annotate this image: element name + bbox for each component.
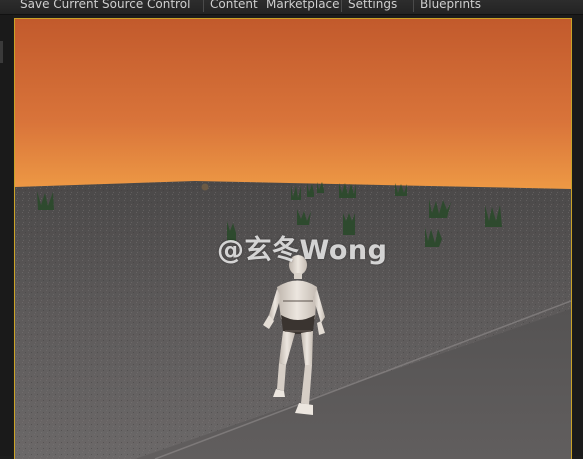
rock [201,183,209,191]
settings-button[interactable]: Settings [348,0,397,13]
source-control-button[interactable]: Source Control [102,0,190,13]
editor-toolbar: Save Current Source Control Content Mark… [0,0,583,15]
blueprints-button[interactable]: Blueprints [420,0,481,13]
marketplace-button[interactable]: Marketplace [266,0,340,13]
content-button[interactable]: Content [210,0,258,13]
right-panel [573,15,583,456]
watermark-text: @玄冬Wong [217,235,388,266]
panel-tab[interactable] [0,41,3,63]
toolbar-separator [203,0,204,12]
left-panel [0,15,13,456]
toolbar-separator [341,0,342,12]
toolbar-separator [413,0,414,12]
save-current-button[interactable]: Save Current [20,0,98,13]
level-viewport[interactable]: @玄冬Wong [14,18,572,459]
sky [15,19,571,191]
